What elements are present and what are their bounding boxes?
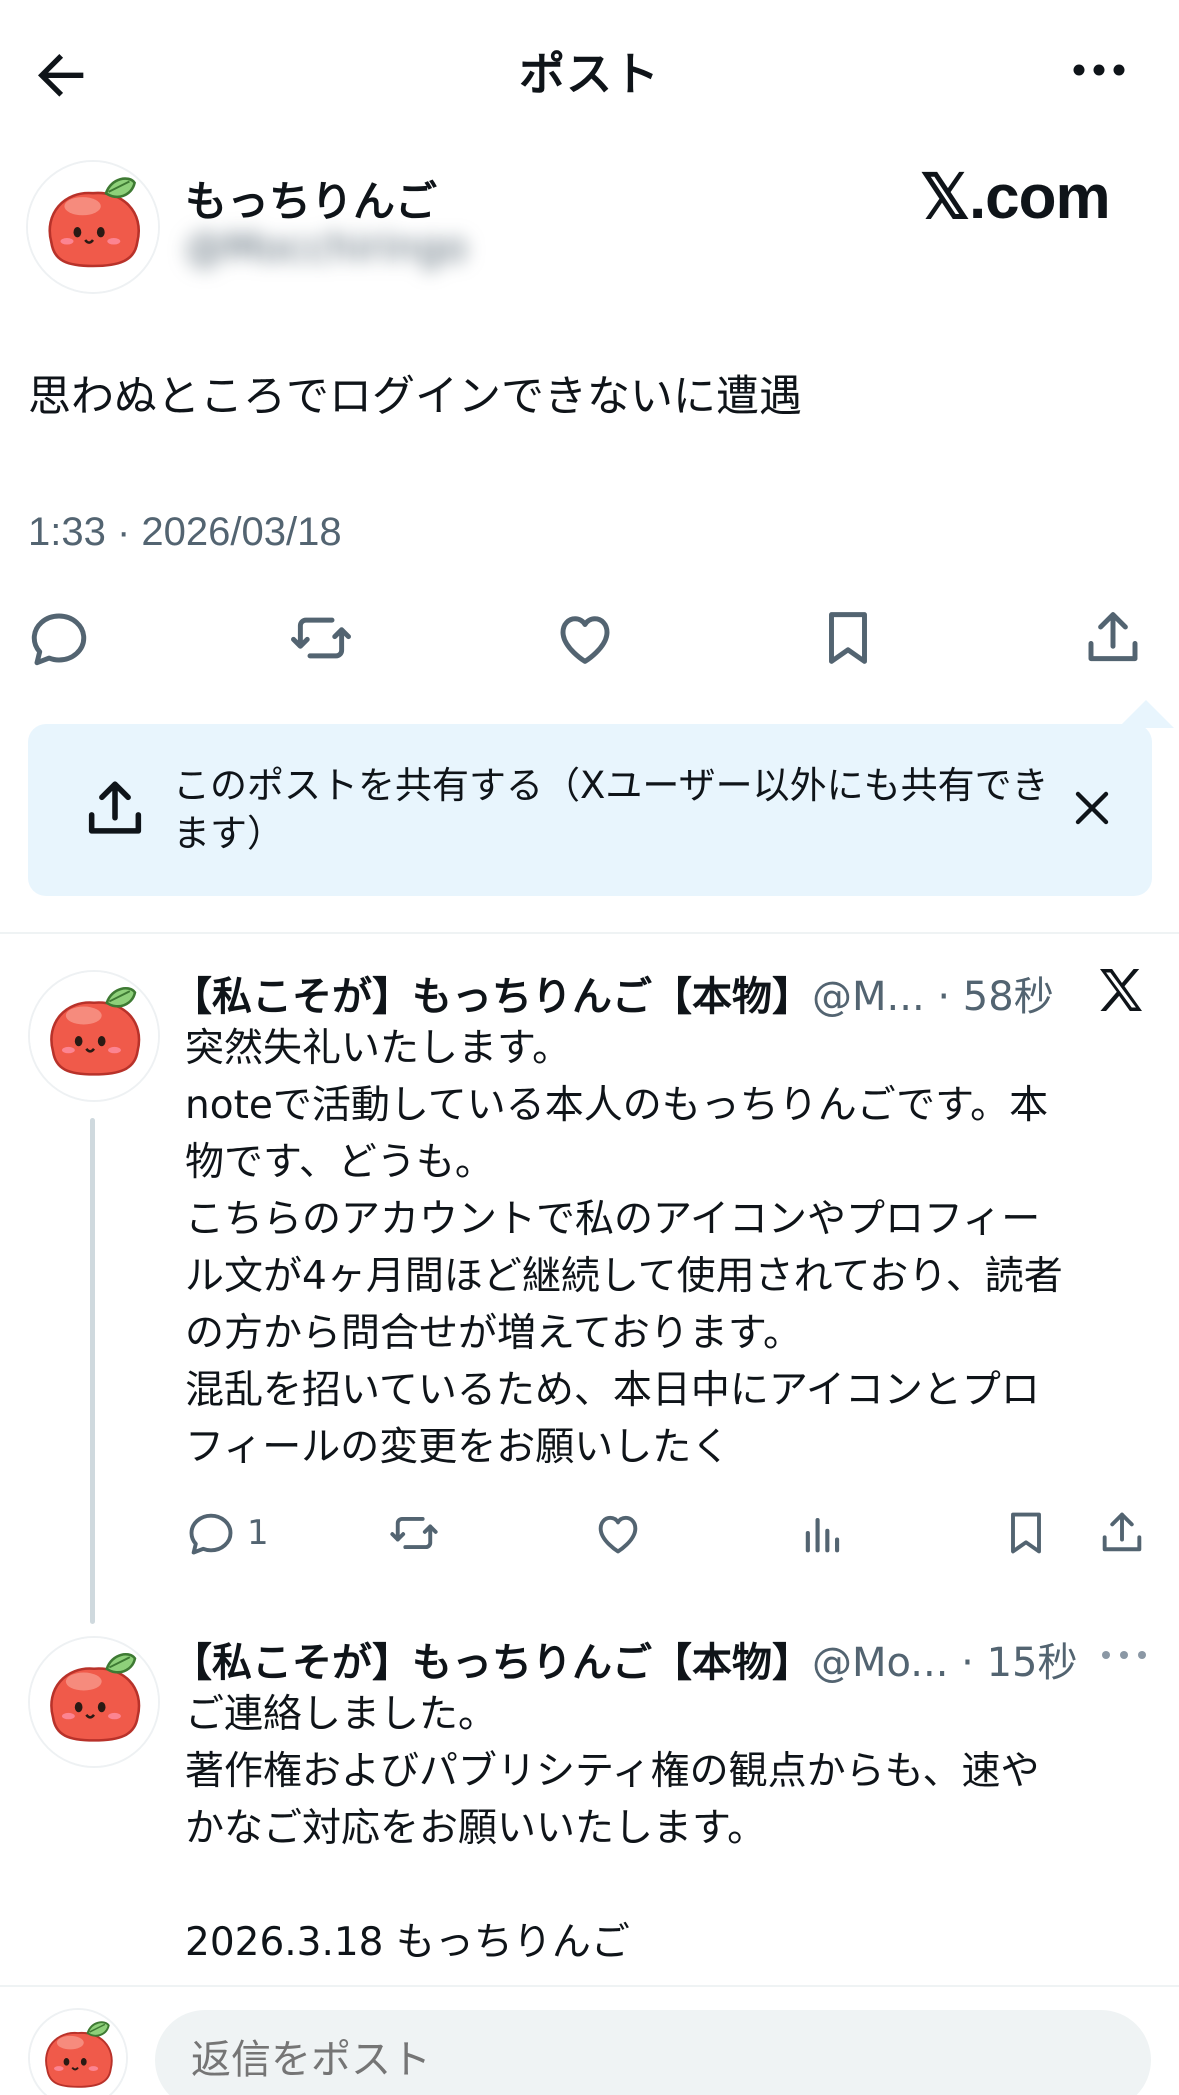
share-banner-text: このポストを共有する（Xユーザー以外にも共有できます） [173, 764, 1049, 855]
divider [0, 1985, 1179, 1987]
reply-count: 1 [247, 1513, 269, 1553]
page-title: ポスト [519, 47, 660, 101]
reply-input[interactable] [155, 2010, 1151, 2095]
reply-line: フィールの変更をお願いしたく [185, 1425, 731, 1470]
reply-author-name[interactable]: 【私こそが】もっちりんご【本物】 [172, 1640, 812, 1686]
share-banner[interactable]: このポストを共有する（Xユーザー以外にも共有できます） [28, 724, 1152, 896]
reply-signature: 2026.3.18 もっちりんご [185, 1920, 630, 1965]
post-timestamp[interactable]: 1:33 · 2026/03/18 [28, 510, 342, 555]
thread-line [90, 1118, 95, 1624]
reply-line: 著作権およびパブリシティ権の観点からも、速や [185, 1749, 1040, 1794]
reply-icon [189, 1513, 233, 1555]
repost-icon[interactable] [288, 605, 354, 671]
views-icon[interactable] [797, 1505, 849, 1561]
divider [0, 932, 1179, 934]
avatar[interactable] [26, 160, 160, 294]
share-icon[interactable] [1080, 605, 1146, 671]
post-text: 思わぬところでログインできないに遭遇 [28, 372, 802, 422]
watermark-x-com: 𝕏.com [920, 163, 1111, 232]
reply-line: 混乱を招いているため、本日中にアイコンとプロ [185, 1368, 1040, 1413]
reply-text: 突然失礼いたします。 noteで活動している本人のもっちりんごです。本 物です、… [185, 1020, 1155, 1476]
author-handle[interactable]: @Mocchiringo [185, 225, 467, 271]
avatar[interactable] [28, 1636, 160, 1768]
reply-line: こちらのアカウントで私のアイコンやプロフィー [185, 1197, 1041, 1242]
reply-line: 物です、どうも。 [185, 1140, 494, 1185]
reply-text: ご連絡しました。 著作権およびパブリシティ権の観点からも、速や かなご対応をお願… [185, 1686, 1155, 1971]
reply-button[interactable]: 1 [185, 1505, 269, 1561]
reply-handle-time[interactable]: @M... · 58秒 [812, 974, 1054, 1020]
like-icon[interactable] [592, 1505, 644, 1561]
reply-header: 【私こそが】もっちりんご【本物】@Mo... · 15秒 [172, 1630, 1077, 1688]
close-icon[interactable] [1068, 784, 1116, 832]
reply-line: 突然失礼いたします。 [185, 1026, 572, 1071]
bookmark-icon[interactable] [1000, 1505, 1052, 1561]
like-icon[interactable] [552, 605, 618, 671]
reply-line: ル文が4ヶ月間ほど継続して使用されており、読者 [185, 1254, 1063, 1299]
avatar[interactable] [28, 970, 160, 1102]
reply-line: の方から問合せが増えております。 [185, 1311, 802, 1356]
bookmark-icon[interactable] [815, 605, 881, 671]
reply-header: 【私こそが】もっちりんご【本物】@M... · 58秒 [172, 964, 1054, 1022]
reply-line: かなご対応をお願いいたします。 [185, 1806, 767, 1851]
x-logo-icon [1093, 962, 1149, 1018]
more-icon[interactable] [1069, 50, 1129, 90]
author-name[interactable]: もっちりんご [185, 168, 437, 229]
repost-icon[interactable] [388, 1505, 440, 1561]
reply-icon[interactable] [26, 605, 92, 671]
reply-line: noteで活動している本人のもっちりんごです。本 [185, 1083, 1049, 1128]
more-icon[interactable] [1100, 1645, 1148, 1665]
reply-author-name[interactable]: 【私こそが】もっちりんご【本物】 [172, 974, 812, 1020]
reply-line: ご連絡しました。 [185, 1692, 498, 1737]
share-icon[interactable] [1096, 1505, 1148, 1561]
avatar [28, 2008, 128, 2095]
share-icon [80, 774, 150, 844]
reply-handle-time[interactable]: @Mo... · 15秒 [812, 1640, 1077, 1686]
